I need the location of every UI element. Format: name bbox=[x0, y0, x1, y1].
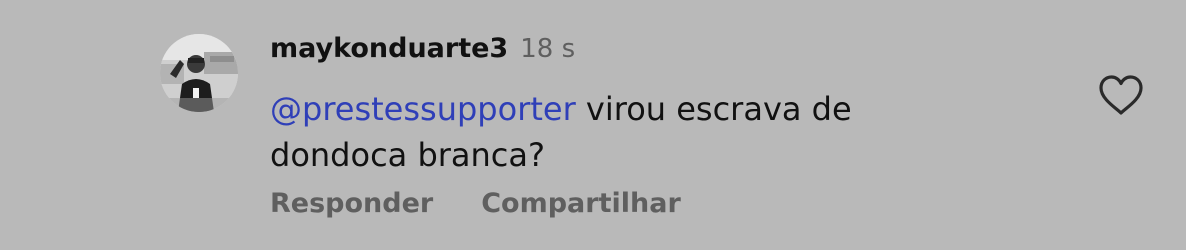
comment-header: maykonduarte3 18 s bbox=[270, 33, 575, 69]
mention-link[interactable]: @prestessupporter bbox=[270, 90, 576, 128]
comment: maykonduarte3 18 s @prestessupporter vir… bbox=[0, 0, 1186, 250]
share-button[interactable]: Compartilhar bbox=[481, 188, 681, 219]
avatar[interactable] bbox=[160, 34, 238, 112]
comment-text: @prestessupporter virou escrava de dondo… bbox=[270, 86, 990, 178]
reply-button[interactable]: Responder bbox=[270, 188, 433, 219]
like-button[interactable] bbox=[1098, 74, 1144, 116]
heart-outline-icon bbox=[1099, 75, 1143, 115]
timestamp: 18 s bbox=[520, 34, 576, 64]
username[interactable]: maykonduarte3 bbox=[270, 33, 508, 64]
avatar-image bbox=[160, 34, 238, 112]
comment-actions: Responder Compartilhar bbox=[270, 188, 681, 219]
